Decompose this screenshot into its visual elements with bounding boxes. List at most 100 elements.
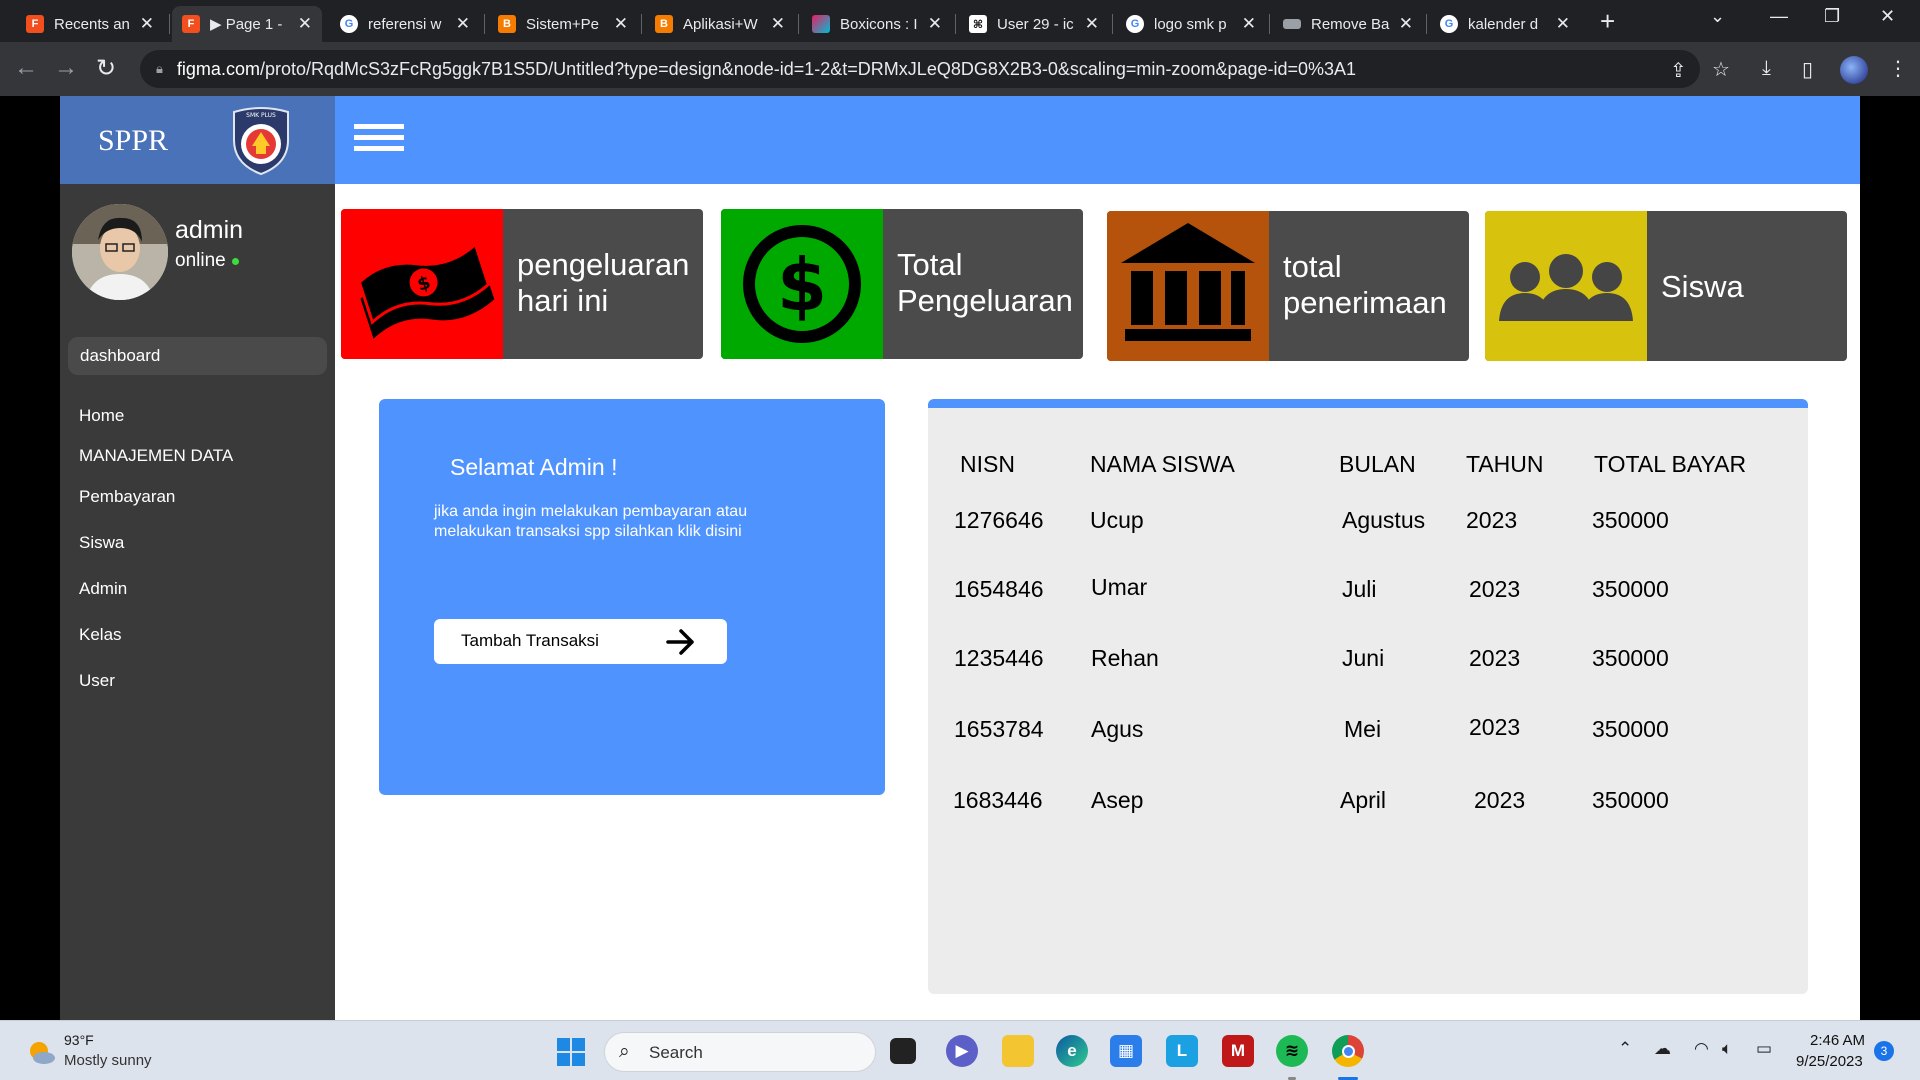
close-tab-icon[interactable]: ✕: [140, 14, 154, 34]
card-label-line2: hari ini: [517, 283, 609, 318]
close-window-icon[interactable]: ✕: [1880, 6, 1895, 27]
battery-icon[interactable]: ▭: [1756, 1039, 1772, 1059]
close-tab-icon[interactable]: ✕: [928, 14, 942, 34]
browser-tab[interactable]: Remove Ba ✕: [1273, 6, 1423, 42]
card-label-line1: pengeluaran: [517, 247, 690, 282]
google-icon: G: [1440, 15, 1458, 33]
card-icon-box: $: [721, 209, 883, 359]
spotify-icon[interactable]: ≋: [1276, 1035, 1308, 1067]
clock-date[interactable]: 9/25/2023: [1796, 1053, 1863, 1070]
browser-tab[interactable]: B Aplikasi+W ✕: [645, 6, 795, 42]
mcafee-icon[interactable]: M: [1222, 1035, 1254, 1067]
tambah-transaksi-label: Tambah Transaksi: [461, 631, 599, 650]
side-panel-icon[interactable]: ▯: [1802, 57, 1813, 82]
tray-overflow-icon[interactable]: ⌃: [1618, 1039, 1632, 1059]
close-tab-icon[interactable]: ✕: [1242, 14, 1256, 34]
welcome-panel: Selamat Admin ! jika anda ingin melakuka…: [379, 399, 885, 795]
cell-tahun: 2023: [1474, 787, 1526, 813]
teams-chat-icon[interactable]: ▶: [946, 1035, 978, 1067]
windows-start-icon[interactable]: [557, 1038, 585, 1066]
browser-tab[interactable]: G logo smk p ✕: [1116, 6, 1266, 42]
url-path: /proto/RqdMcS3zFcRg5ggk7B1S5D/Untitled?t…: [259, 58, 1357, 79]
microsoft-store-icon[interactable]: ▦: [1110, 1035, 1142, 1067]
close-tab-icon[interactable]: ✕: [456, 14, 470, 34]
notification-badge[interactable]: 3: [1874, 1041, 1894, 1061]
money-bill-icon: $: [357, 241, 495, 339]
back-icon[interactable]: ←: [14, 54, 38, 82]
tambah-transaksi-button[interactable]: Tambah Transaksi: [434, 619, 727, 664]
browser-tab[interactable]: Boxicons : I ✕: [802, 6, 952, 42]
sidebar-item-admin[interactable]: Admin: [79, 579, 127, 599]
new-tab-button[interactable]: +: [1600, 6, 1615, 37]
card-total-pengeluaran[interactable]: $ Total Pengeluaran: [721, 209, 1083, 359]
browser-menu-icon[interactable]: ⋮: [1888, 56, 1908, 81]
user-status-text: online: [175, 250, 226, 271]
cell-nama: Umar: [1091, 574, 1148, 600]
card-label-line2: penerimaan: [1283, 285, 1447, 320]
card-pengeluaran-hari-ini[interactable]: $ pengeluaran hari ini: [341, 209, 703, 359]
address-bar[interactable]: 🔒︎ figma.com/proto/RqdMcS3zFcRg5ggk7B1S5…: [140, 50, 1700, 88]
share-icon[interactable]: ⇪: [1670, 58, 1687, 83]
boxicons-icon: [812, 15, 830, 33]
task-view-icon[interactable]: [890, 1038, 916, 1064]
reload-icon[interactable]: ↻: [96, 54, 116, 83]
browser-tab[interactable]: G kalender d ✕: [1430, 6, 1580, 42]
sidebar-item-dashboard[interactable]: dashboard: [68, 337, 327, 375]
browser-tab-active[interactable]: F ▶ Page 1 - ✕: [172, 6, 322, 42]
search-icon: ⌕: [619, 1041, 630, 1062]
restore-icon[interactable]: ❐: [1824, 6, 1840, 27]
close-tab-icon[interactable]: ✕: [614, 14, 628, 34]
cell-total: 350000: [1592, 507, 1669, 533]
brand-title: SPPR: [98, 124, 169, 157]
close-tab-icon[interactable]: ✕: [298, 14, 312, 34]
onedrive-cloud-icon[interactable]: ☁: [1654, 1039, 1671, 1059]
browser-tab[interactable]: B Sistem+Pe ✕: [488, 6, 638, 42]
close-tab-icon[interactable]: ✕: [1085, 14, 1099, 34]
tab-separator: [955, 14, 956, 34]
brand-header: SPPR SMK PLUS: [60, 96, 335, 184]
cell-bulan: Agustus: [1342, 507, 1426, 533]
close-tab-icon[interactable]: ✕: [1556, 14, 1570, 34]
sppr-app: SPPR SMK PLUS admin online dashboard Hom…: [60, 96, 1860, 1020]
profile-avatar-icon[interactable]: [1840, 56, 1868, 84]
sidebar-item-user[interactable]: User: [79, 671, 115, 691]
browser-tab[interactable]: F Recents an ✕: [16, 6, 164, 42]
weather-sun-icon[interactable]: [26, 1037, 56, 1067]
volume-icon[interactable]: 🔈︎: [1722, 1039, 1732, 1059]
chrome-icon[interactable]: [1332, 1035, 1364, 1067]
tab-search-icon[interactable]: ⌄: [1710, 6, 1725, 27]
card-total-penerimaan[interactable]: total penerimaan: [1107, 211, 1469, 361]
launcher-l-icon[interactable]: L: [1166, 1035, 1198, 1067]
cell-nisn: 1653784: [954, 716, 1044, 742]
sidebar-item-home[interactable]: Home: [79, 406, 124, 426]
sidebar-item-kelas[interactable]: Kelas: [79, 625, 122, 645]
card-siswa[interactable]: Siswa: [1485, 211, 1847, 361]
download-icon[interactable]: ⤓: [1762, 57, 1771, 80]
windows-taskbar: 93°F Mostly sunny ⌕ Search ▶ e ▦ L M ≋ ⌃…: [0, 1020, 1920, 1080]
wifi-icon[interactable]: ◠: [1694, 1039, 1709, 1059]
close-tab-icon[interactable]: ✕: [771, 14, 785, 34]
weather-description[interactable]: Mostly sunny: [64, 1052, 152, 1069]
hamburger-menu-icon[interactable]: [354, 124, 404, 154]
cell-nama: Rehan: [1091, 645, 1159, 671]
cell-nama: Ucup: [1090, 507, 1144, 533]
browser-tab[interactable]: ⌘ User 29 - ic ✕: [959, 6, 1109, 42]
sidebar-item-pembayaran[interactable]: Pembayaran: [79, 487, 175, 507]
file-explorer-icon[interactable]: [1002, 1035, 1034, 1067]
url-text: figma.com/proto/RqdMcS3zFcRg5ggk7B1S5D/U…: [177, 59, 1356, 80]
close-tab-icon[interactable]: ✕: [1399, 14, 1413, 34]
weather-temp[interactable]: 93°F: [64, 1032, 94, 1048]
url-host: figma.com: [176, 58, 260, 79]
clock-time[interactable]: 2:46 AM: [1810, 1032, 1865, 1049]
tab-separator: [484, 14, 485, 34]
forward-icon[interactable]: →: [54, 54, 78, 82]
browser-tab[interactable]: G referensi w ✕: [330, 6, 480, 42]
sidebar-item-siswa[interactable]: Siswa: [79, 533, 124, 553]
taskbar-search[interactable]: ⌕ Search: [604, 1032, 876, 1072]
edge-icon[interactable]: e: [1056, 1035, 1088, 1067]
bookmark-star-icon[interactable]: ☆: [1712, 57, 1730, 82]
card-label-line1: Siswa: [1661, 269, 1744, 304]
google-icon: G: [1126, 15, 1144, 33]
arrow-right-icon: [666, 629, 694, 655]
minimize-icon[interactable]: —: [1770, 6, 1788, 27]
